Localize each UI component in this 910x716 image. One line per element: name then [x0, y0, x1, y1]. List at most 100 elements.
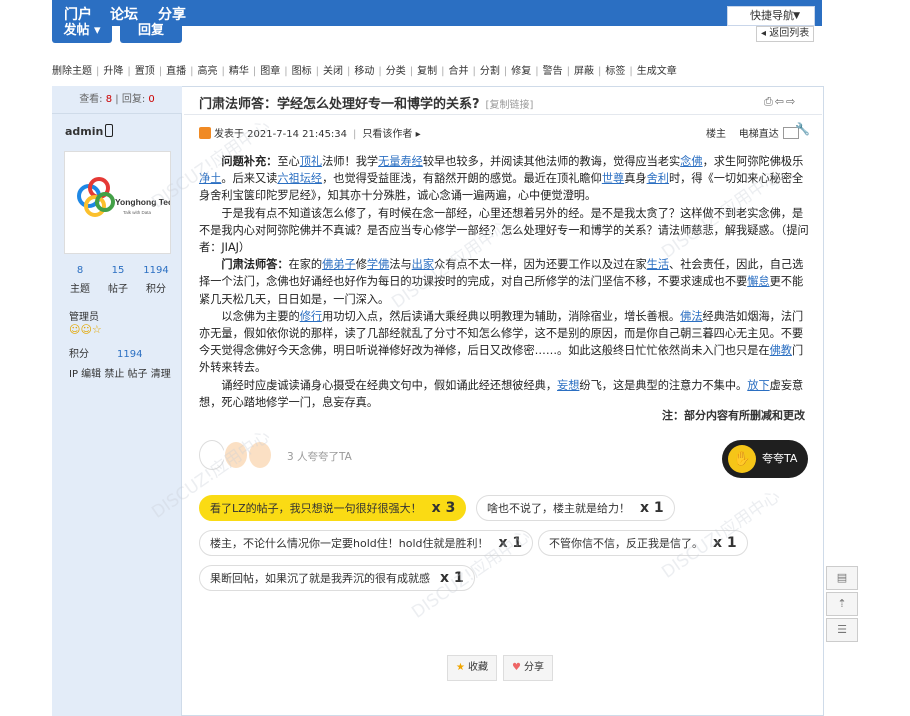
- separator: |: [221, 66, 225, 77]
- separator: |: [127, 66, 131, 77]
- stat-threads[interactable]: 8 主题: [62, 265, 98, 295]
- tag-count: x 1: [498, 535, 523, 551]
- stat-value: 1194: [143, 265, 169, 276]
- admin-tool-link[interactable]: 分割: [480, 66, 500, 77]
- admin-tool-link[interactable]: 修复: [511, 66, 531, 77]
- admin-tool-link[interactable]: 升降: [103, 66, 123, 77]
- admin-tool-link[interactable]: 精华: [229, 66, 249, 77]
- back-label: 返回列表: [769, 28, 810, 39]
- comment-icon[interactable]: ▤: [826, 566, 858, 590]
- admin-tool-link[interactable]: 高亮: [198, 66, 218, 77]
- stat-credits[interactable]: 1194 积分: [138, 265, 174, 295]
- floor-label: 楼主: [706, 129, 726, 140]
- separator: |: [441, 66, 445, 77]
- admin-tool-link[interactable]: 警告: [543, 66, 563, 77]
- admin-tool-link[interactable]: 复制: [417, 66, 437, 77]
- reply-button[interactable]: 回复: [120, 23, 182, 43]
- avatar[interactable]: Yonghong Tech Talk with Data: [64, 151, 178, 254]
- floor-info: 楼主 电梯直达: [706, 125, 799, 140]
- nav-share[interactable]: 分享: [158, 4, 186, 24]
- credit-label: 积分: [69, 349, 89, 360]
- elevator-label: 电梯直达: [738, 129, 779, 140]
- favorite-label: 收藏: [467, 662, 488, 673]
- avatar[interactable]: [223, 440, 249, 470]
- replies-count: 0: [148, 94, 155, 105]
- admin-toolbar: 删除主题 | 升降 | 置顶 | 直播 | 高亮 | 精华 | 图章 | 图标 | 关闭 | 移动 | 分类 | 复制 | 合并…: [52, 62, 822, 78]
- only-author-link[interactable]: 只看该作者: [362, 129, 412, 140]
- back-to-top-icon[interactable]: ⇡: [826, 592, 858, 616]
- clap-icon: ✋: [728, 445, 756, 473]
- tag-text: 看了LZ的帖子，我只想说一句很好很强大！: [210, 502, 422, 515]
- reaction-tag[interactable]: 不管你信不信，反正我是信了。 x 1: [538, 530, 748, 556]
- avatar[interactable]: [247, 440, 273, 470]
- praise-count[interactable]: 3 人夸夸了TA: [287, 449, 352, 464]
- tag-count: x 3: [431, 500, 456, 516]
- avatar-brand: Yonghong Tech: [115, 197, 170, 207]
- stat-label: 主题: [70, 284, 90, 295]
- reaction-tag[interactable]: 看了LZ的帖子，我只想说一句很好很强大！ x 3: [199, 495, 467, 521]
- praise-button[interactable]: ✋ 夸夸TA: [722, 440, 808, 478]
- print-prev-next-icons[interactable]: ⎙⇦⇨: [764, 95, 797, 109]
- admin-tool-link[interactable]: 生成文章: [637, 66, 677, 77]
- separator: |: [535, 66, 539, 77]
- admin-tool-link[interactable]: 图章: [260, 66, 280, 77]
- nav-portal[interactable]: 门户: [64, 4, 92, 24]
- admin-tool-link[interactable]: 合并: [449, 66, 469, 77]
- edit-note: 注：部分内容有所删减和更改: [662, 409, 805, 422]
- mobile-icon: [105, 124, 114, 137]
- separator: |: [566, 66, 570, 77]
- reaction-tag[interactable]: 啥也不说了，楼主就是给力！ x 1: [476, 495, 675, 521]
- separator: |: [347, 66, 351, 77]
- post-button[interactable]: 发帖 ▾: [52, 23, 112, 43]
- admin-tool-link[interactable]: 移动: [354, 66, 374, 77]
- heart-icon: ♥: [512, 662, 521, 673]
- post-meta: 发表于 2021-7-14 21:45:34 | 只看该作者 ▸: [199, 125, 421, 140]
- reaction-tag[interactable]: 果断回帖，如果沉了就是我弄沉的很有成就感 x 1: [199, 565, 475, 591]
- stat-label: 帖子: [108, 284, 128, 295]
- post-label: 发帖: [63, 23, 90, 38]
- admin-tool-link[interactable]: 屏蔽: [574, 66, 594, 77]
- admin-tool-link[interactable]: 标签: [605, 66, 625, 77]
- separator: |: [252, 66, 257, 77]
- stat-label: 积分: [146, 284, 166, 295]
- user-group[interactable]: 管理员: [69, 308, 99, 323]
- thread-counters: 查看: 8 | 回复: 0: [52, 86, 182, 114]
- admin-tool-link[interactable]: 删除主题: [52, 66, 92, 77]
- tag-count: x 1: [440, 570, 464, 586]
- share-button[interactable]: ♥ 分享: [503, 655, 553, 681]
- admin-tool-link[interactable]: 直播: [166, 66, 186, 77]
- stat-value: 8: [76, 265, 84, 276]
- separator: |: [409, 66, 414, 77]
- tag-count: x 1: [713, 535, 737, 551]
- separator: |: [503, 66, 508, 77]
- admin-tool-link[interactable]: 图标: [292, 66, 312, 77]
- author-label: admin: [65, 125, 104, 138]
- star-icon: ★: [456, 662, 465, 673]
- admin-tool-link[interactable]: 关闭: [323, 66, 343, 77]
- credit-value: 1194: [117, 349, 143, 360]
- tag-text: 啥也不说了，楼主就是给力！: [487, 502, 630, 515]
- views-label: 查看:: [79, 94, 103, 105]
- reaction-tag[interactable]: 楼主，不论什么情况你一定要hold住！hold住就是胜利！ x 1: [199, 530, 534, 556]
- avatar[interactable]: [199, 440, 225, 470]
- author-name[interactable]: admin: [65, 124, 114, 138]
- nav-forum[interactable]: 论坛: [110, 4, 138, 24]
- wrench-icon[interactable]: 🔧: [795, 122, 810, 136]
- post-body: 问题补充：至心顶礼法师！我学无量寿经较早也较多，并阅读其他法师的教诲，觉得应当老…: [199, 155, 809, 409]
- avatar-slogan: Talk with Data: [123, 210, 152, 215]
- separator: |: [158, 66, 163, 77]
- replies-label: 回复:: [121, 94, 146, 105]
- tag-count: x 1: [640, 500, 664, 516]
- share-label: 分享: [523, 662, 544, 673]
- admin-tool-link[interactable]: 分类: [386, 66, 406, 77]
- copy-link-button[interactable]: [复制链接]: [486, 100, 534, 111]
- admin-user-tools[interactable]: IP 编辑 禁止 帖子 清理: [69, 365, 171, 380]
- credit-row: 积分 1194: [69, 345, 142, 360]
- admin-tool-link[interactable]: 置顶: [135, 66, 155, 77]
- separator: |: [96, 66, 100, 77]
- quick-nav-dropdown[interactable]: 快捷导航 ▼: [727, 6, 815, 26]
- stat-posts[interactable]: 15 帖子: [100, 265, 136, 295]
- back-to-list-button[interactable]: ◂ 返回列表: [756, 26, 815, 42]
- favorite-button[interactable]: ★ 收藏: [447, 655, 497, 681]
- list-icon[interactable]: ☰: [826, 618, 858, 642]
